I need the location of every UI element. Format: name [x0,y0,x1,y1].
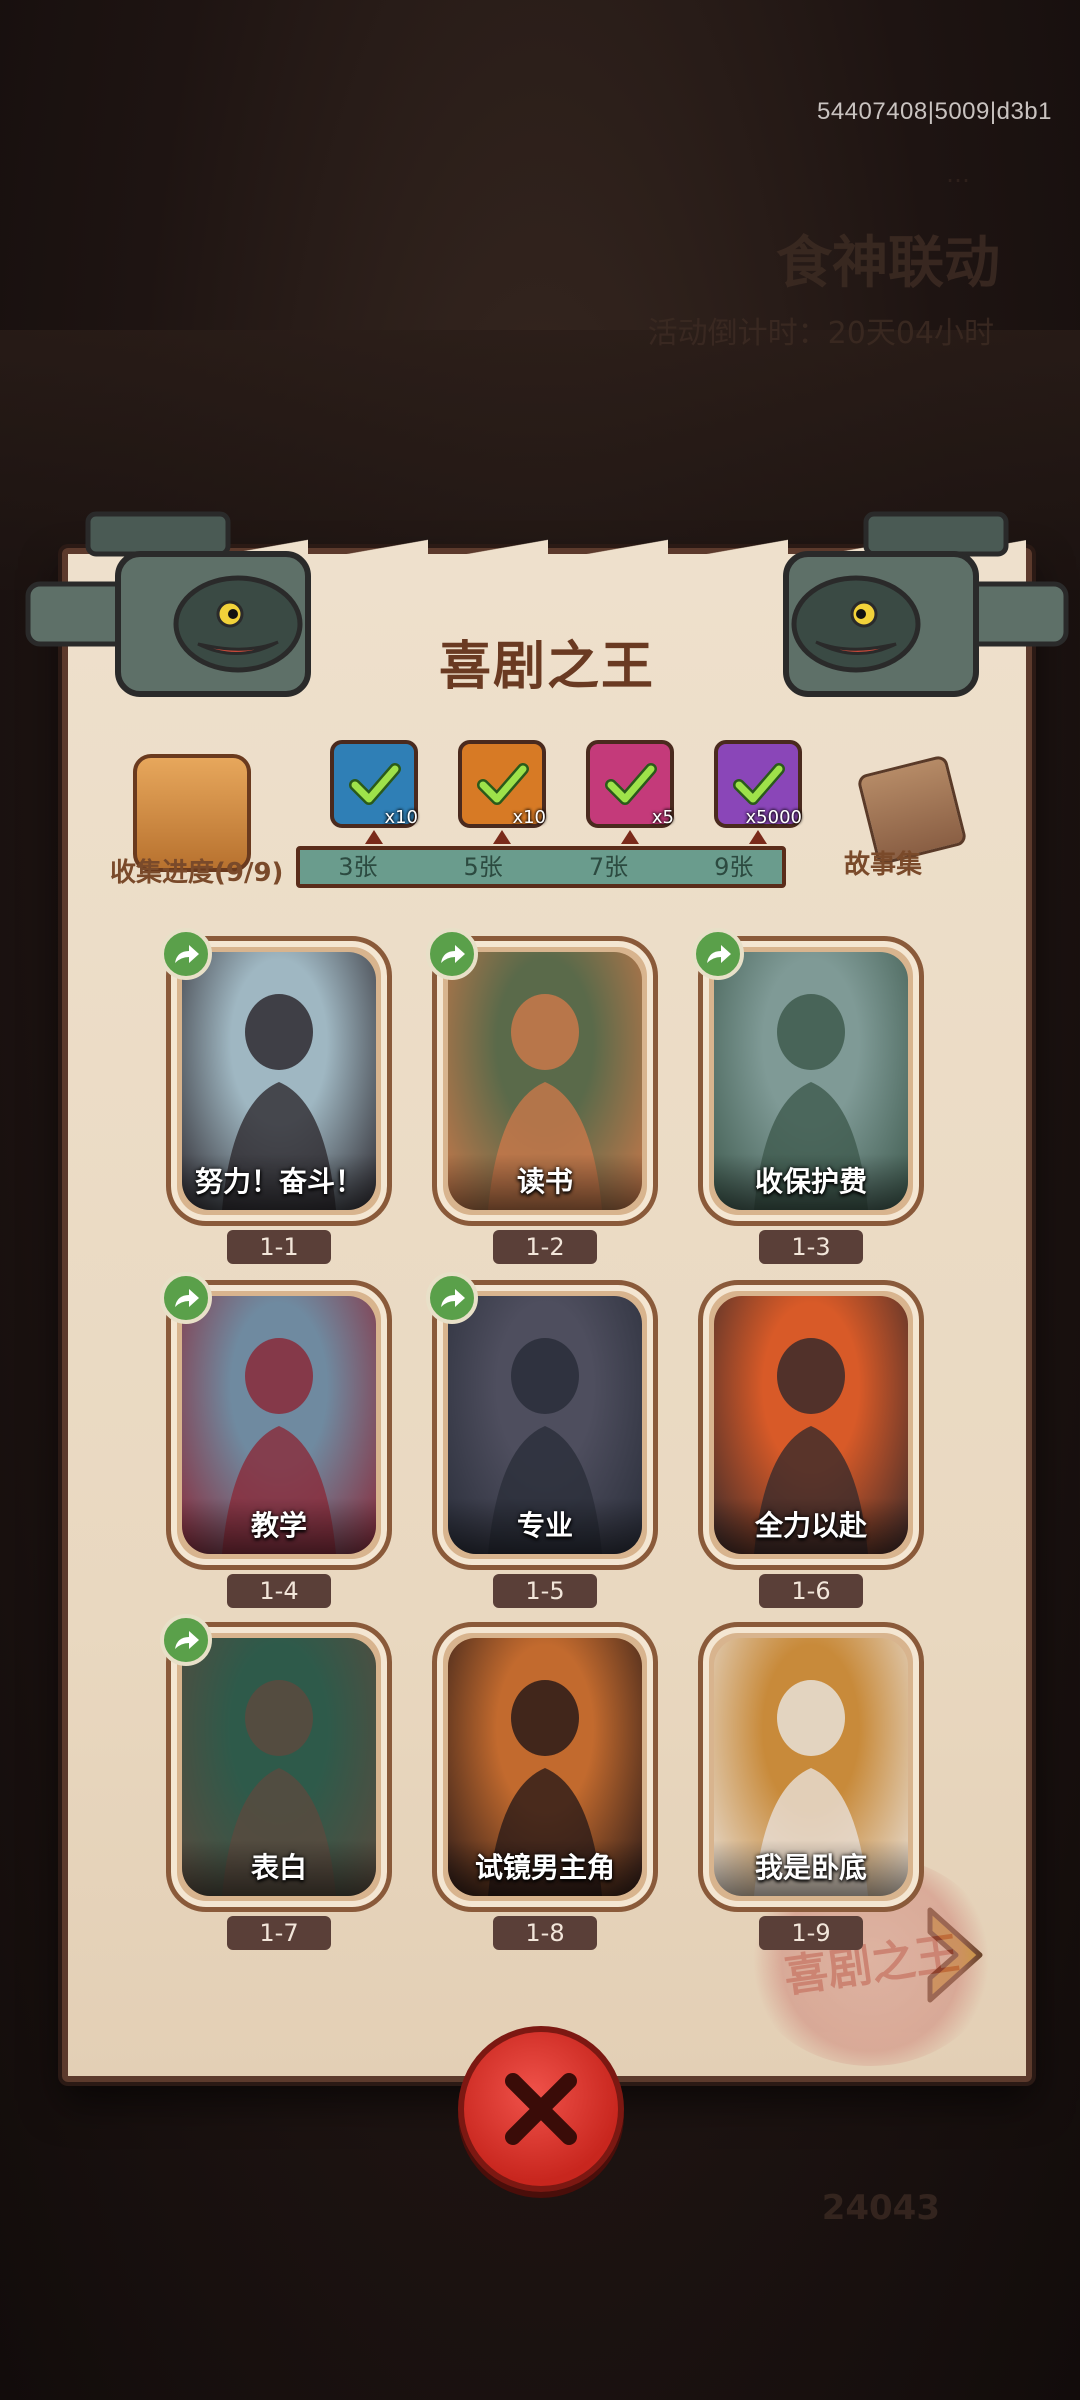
card-number: 1-8 [493,1916,597,1950]
share-button[interactable] [160,928,212,980]
card-caption: 试镜男主角 [448,1840,642,1896]
story-collection-button[interactable]: 故事集 [844,754,972,880]
collection-progress-bar: 3张 5张 7张 9张 [296,846,786,888]
share-arrow-icon [175,945,199,963]
orange-ticket-icon [477,763,529,805]
reward-pointer-icon [493,830,511,844]
panel-title: 喜剧之王 [438,637,655,697]
card-caption: 全力以赴 [714,1498,908,1554]
card-caption: 专业 [448,1498,642,1554]
story-card[interactable]: 专业 1-5 [426,1272,658,1608]
reward-count: x5000 [745,807,802,828]
reward-pointer-icon [749,830,767,844]
progress-mark: 3张 [338,853,378,881]
story-card[interactable]: 教学 1-4 [160,1272,392,1608]
bg-event-subtitle: … [946,160,970,188]
blue-gem-chest-icon [349,763,401,805]
collection-panel: 喜剧之王 收集进度(9/9) 故事集 3张 5张 7张 9张 喜剧之王 x10 x… [25,511,1069,2082]
card-caption: 收保护费 [714,1154,908,1210]
reward-count: x5 [651,807,674,828]
story-card[interactable]: 试镜男主角 1-8 [432,1622,658,1950]
share-arrow-icon [441,1289,465,1307]
share-button[interactable] [426,1272,478,1324]
story-collection-label: 故事集 [844,850,923,880]
bg-event-title: 食神联动 [776,231,1000,296]
story-card[interactable]: 读书 1-2 [426,928,658,1264]
reward-pointer-icon [621,830,639,844]
share-button[interactable] [160,1272,212,1324]
card-number: 1-3 [759,1230,863,1264]
progress-mark: 7张 [588,853,629,881]
share-arrow-icon [441,945,465,963]
share-button[interactable] [160,1614,212,1666]
card-number: 1-1 [227,1230,331,1264]
share-arrow-icon [175,1631,199,1649]
share-arrow-icon [707,945,731,963]
card-caption: 我是卧底 [714,1840,908,1896]
share-button[interactable] [426,928,478,980]
card-caption: 努力！奋斗！ [182,1154,376,1210]
story-card[interactable]: 我是卧底 1-9 [698,1622,924,1950]
reward-item[interactable]: x10 [330,740,418,828]
collect-progress[interactable]: 收集进度(9/9) [110,754,283,888]
close-x-icon [505,2073,577,2145]
story-card[interactable]: 表白 1-7 [160,1614,392,1950]
bg-count: 24043 [821,2188,940,2228]
card-number: 1-5 [493,1574,597,1608]
reward-pointer-icon [365,830,383,844]
story-card[interactable]: 收保护费 1-3 [692,928,924,1264]
story-card[interactable]: 全力以赴 1-6 [698,1280,924,1608]
reward-count: x10 [512,807,546,828]
collect-progress-label: 收集进度(9/9) [110,858,284,888]
share-button[interactable] [692,928,744,980]
reward-item[interactable]: x5000 [714,740,802,828]
progress-mark: 5张 [463,853,503,881]
close-button[interactable] [458,2026,624,2192]
debug-id: 54407408|5009|d3b1 [816,98,1052,125]
card-number: 1-6 [759,1574,863,1608]
share-arrow-icon [175,1289,199,1307]
card-number: 1-2 [493,1230,597,1264]
purple-card-icon [733,763,785,805]
bg-countdown: 活动倒计时：20天04小时 [647,316,994,351]
card-caption: 教学 [182,1498,376,1554]
card-caption: 表白 [182,1840,376,1896]
card-number: 1-7 [227,1916,331,1950]
story-card[interactable]: 努力！奋斗！ 1-1 [160,928,392,1264]
reward-count: x10 [384,807,418,828]
card-caption: 读书 [448,1154,642,1210]
reward-item[interactable]: x10 [458,740,546,828]
purple-orb-icon [605,763,657,805]
card-number: 1-9 [759,1916,863,1950]
card-number: 1-4 [227,1574,331,1608]
reward-item[interactable]: x5 [586,740,674,828]
progress-mark: 9张 [714,853,754,881]
